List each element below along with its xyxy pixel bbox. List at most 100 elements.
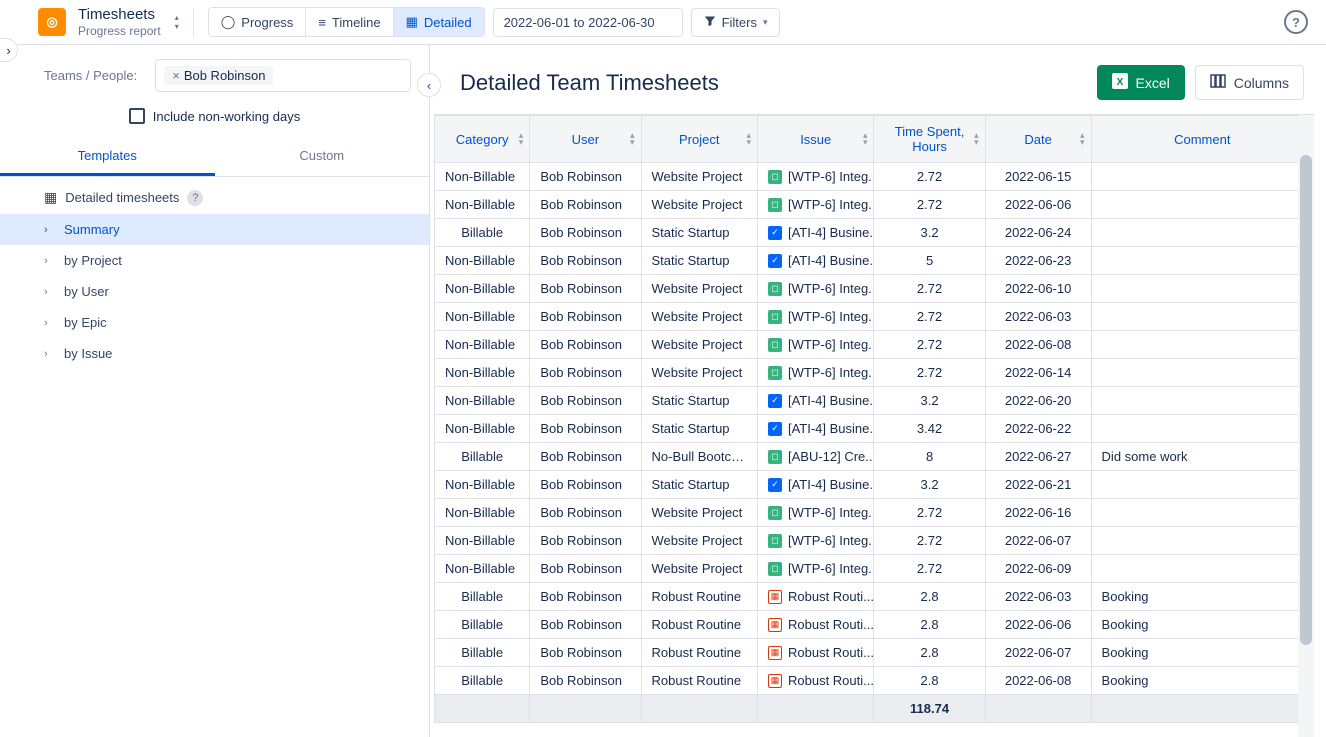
tab-templates[interactable]: Templates (0, 138, 215, 176)
table-row[interactable]: Non-BillableBob RobinsonStatic Startup✓[… (435, 387, 1314, 415)
tree-item-by-user[interactable]: ›by User (0, 276, 429, 307)
topbar: › ◎ Timesheets Progress report ▴▾ ◯Progr… (0, 0, 1326, 45)
issue-type-icon: ◻ (768, 506, 782, 520)
tree-item-by-epic[interactable]: ›by Epic (0, 307, 429, 338)
section-help-icon[interactable]: ? (187, 190, 203, 206)
table-row[interactable]: Non-BillableBob RobinsonWebsite Project◻… (435, 191, 1314, 219)
table-row[interactable]: BillableBob RobinsonNo-Bull Bootcamp◻[AB… (435, 443, 1314, 471)
vertical-scrollbar[interactable] (1298, 115, 1314, 737)
table-row[interactable]: Non-BillableBob RobinsonStatic Startup✓[… (435, 471, 1314, 499)
tab-custom[interactable]: Custom (215, 138, 430, 176)
table-row[interactable]: Non-BillableBob RobinsonWebsite Project◻… (435, 555, 1314, 583)
table-row[interactable]: Non-BillableBob RobinsonWebsite Project◻… (435, 303, 1314, 331)
tree-item-label: by Issue (64, 346, 112, 361)
chevron-left-icon: ‹ (427, 78, 431, 93)
include-nonworking-checkbox[interactable] (129, 108, 145, 124)
app-icon: ◎ (38, 8, 66, 36)
table-row[interactable]: Non-BillableBob RobinsonWebsite Project◻… (435, 275, 1314, 303)
help-icon: ? (1292, 15, 1300, 30)
sort-icon: ▴▾ (1080, 132, 1085, 146)
table-scroll[interactable]: Category▴▾ User▴▾ Project▴▾ Issue▴▾ Time… (434, 114, 1314, 737)
sort-icon: ▴▾ (863, 132, 868, 146)
tree-item-by-issue[interactable]: › by Issue (0, 338, 429, 369)
timesheet-table: Category▴▾ User▴▾ Project▴▾ Issue▴▾ Time… (434, 115, 1314, 723)
chevron-right-icon: › (44, 255, 54, 267)
view-switcher: ◯Progress ≡Timeline ▦Detailed (208, 7, 485, 37)
table-row[interactable]: Non-BillableBob RobinsonWebsite Project◻… (435, 527, 1314, 555)
chevron-right-icon: › (44, 317, 54, 329)
table-row[interactable]: Non-BillableBob RobinsonWebsite Project◻… (435, 359, 1314, 387)
view-progress[interactable]: ◯Progress (209, 8, 306, 36)
divider (193, 8, 194, 36)
table-row[interactable]: Non-BillableBob RobinsonWebsite Project◻… (435, 163, 1314, 191)
sort-icon: ▴▾ (974, 132, 979, 146)
chevron-right-icon: › (44, 224, 54, 236)
issue-type-icon: ✓ (768, 254, 782, 268)
table-row[interactable]: Non-BillableBob RobinsonWebsite Project◻… (435, 499, 1314, 527)
include-nonworking-label: Include non-working days (153, 109, 300, 124)
tree-item-by-project[interactable]: › by Project (0, 245, 429, 276)
table-row[interactable]: Non-BillableBob RobinsonStatic Startup✓[… (435, 415, 1314, 443)
teams-label: Teams / People: (44, 68, 137, 83)
sidebar: ‹ Teams / People: × Bob Robinson Include… (0, 45, 430, 737)
issue-type-icon: ◻ (768, 366, 782, 380)
person-chip: × Bob Robinson (164, 66, 273, 85)
report-switcher[interactable]: ▴▾ (175, 13, 179, 31)
sort-icon: ▴▾ (746, 132, 751, 146)
table-row[interactable]: BillableBob RobinsonRobust Routine▦Robus… (435, 639, 1314, 667)
issue-type-icon: ✓ (768, 422, 782, 436)
remove-chip-icon[interactable]: × (172, 68, 180, 83)
col-project[interactable]: Project▴▾ (641, 116, 757, 163)
table-row[interactable]: BillableBob RobinsonRobust Routine▦Robus… (435, 611, 1314, 639)
filters-button[interactable]: Filters ▾ (691, 8, 781, 37)
issue-type-icon: ◻ (768, 562, 782, 576)
excel-label: Excel (1136, 75, 1170, 91)
table-row[interactable]: Non-BillableBob RobinsonWebsite Project◻… (435, 331, 1314, 359)
chevron-up-icon: ▴ (175, 13, 179, 22)
help-button[interactable]: ? (1284, 10, 1308, 34)
issue-type-icon: ▦ (768, 618, 782, 632)
grid-icon: ▦ (44, 189, 57, 206)
tree-item-label: by User (64, 284, 109, 299)
scrollbar-thumb[interactable] (1300, 155, 1312, 645)
totals-row: 118.74 (435, 695, 1314, 723)
sort-icon: ▴▾ (519, 132, 524, 146)
col-time[interactable]: Time Spent, Hours▴▾ (874, 116, 985, 163)
issue-type-icon: ▦ (768, 674, 782, 688)
issue-type-icon: ✓ (768, 478, 782, 492)
col-date[interactable]: Date▴▾ (985, 116, 1091, 163)
columns-button[interactable]: Columns (1195, 65, 1304, 100)
tree-item-summary[interactable]: › Summary (0, 214, 429, 245)
table-row[interactable]: BillableBob RobinsonStatic Startup✓[ATI-… (435, 219, 1314, 247)
app-subtitle: Progress report (78, 24, 161, 38)
issue-type-icon: ◻ (768, 450, 782, 464)
date-range-input[interactable] (493, 8, 683, 37)
issue-type-icon: ◻ (768, 534, 782, 548)
columns-label: Columns (1234, 75, 1289, 91)
issue-type-icon: ◻ (768, 338, 782, 352)
people-input[interactable]: × Bob Robinson (155, 59, 411, 92)
issue-type-icon: ✓ (768, 394, 782, 408)
tree-item-label: by Project (64, 253, 122, 268)
col-issue[interactable]: Issue▴▾ (757, 116, 873, 163)
view-timeline[interactable]: ≡Timeline (305, 8, 392, 36)
sort-icon: ▴▾ (630, 132, 635, 146)
col-category[interactable]: Category▴▾ (435, 116, 530, 163)
view-timeline-label: Timeline (332, 15, 381, 30)
issue-type-icon: ✓ (768, 226, 782, 240)
app-title: Timesheets (78, 6, 161, 24)
chevron-down-icon: ▾ (175, 22, 179, 31)
table-row[interactable]: Non-BillableBob RobinsonStatic Startup✓[… (435, 247, 1314, 275)
excel-icon: X (1112, 73, 1128, 92)
chevron-right-icon: › (44, 348, 54, 360)
app-title-block[interactable]: Timesheets Progress report (78, 6, 161, 38)
col-user[interactable]: User▴▾ (530, 116, 641, 163)
collapse-sidebar-handle[interactable]: ‹ (417, 73, 441, 97)
table-row[interactable]: BillableBob RobinsonRobust Routine▦Robus… (435, 667, 1314, 695)
table-row[interactable]: BillableBob RobinsonRobust Routine▦Robus… (435, 583, 1314, 611)
tree-item-label: Summary (64, 222, 120, 237)
export-excel-button[interactable]: X Excel (1097, 65, 1185, 100)
col-comment[interactable]: Comment▴▾ (1091, 116, 1313, 163)
view-detailed[interactable]: ▦Detailed (393, 8, 484, 36)
issue-type-icon: ▦ (768, 646, 782, 660)
